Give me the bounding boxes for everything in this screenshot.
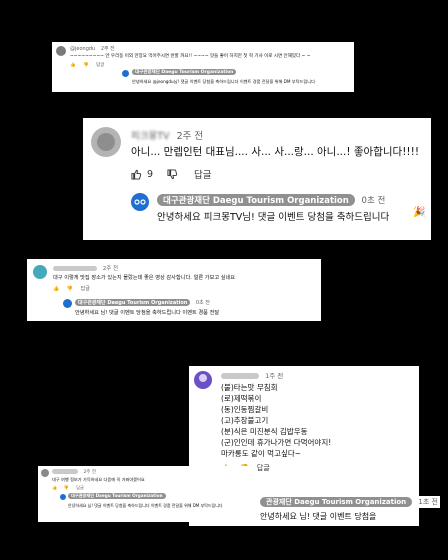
comment-line-5: (분)식은 미진분식 김밥우동 [221,427,308,436]
org-reply-text: 안녕하세요 님! 댓글 이벤트 당첨을 축하드립니다 이벤트 경품 전달 [75,310,220,316]
org-badge[interactable]: 대구관광재단 Daegu Tourism Organization [132,69,237,75]
comment-author[interactable]: @jeongdu [70,46,95,52]
reply-button[interactable]: 답글 [257,463,270,473]
dislike-icon[interactable]: 👎 [64,485,69,490]
comment-time[interactable]: 2주 전 [103,266,118,272]
comment-line-2: (로)제떡볶이 [221,394,262,403]
org-reply-time[interactable]: 0초 전 [362,196,386,206]
reply-button[interactable]: 답글 [194,167,211,181]
commenter-avatar[interactable] [91,127,121,157]
org-logo-icon[interactable] [131,193,149,211]
commenter-avatar[interactable] [56,46,66,56]
like-icon[interactable]: 👍 [53,286,59,292]
commenter-avatar[interactable] [41,469,49,477]
org-reply-text: 안녕하세요 님! 댓글 이벤트 당첨을 [260,512,377,521]
comment-card-1: @jeongdu 2주 전 ~~~~~~~~~ 안 우리동 이외 만장요 먹어주… [52,42,354,92]
reply-button[interactable]: 답글 [81,285,90,292]
comment-time[interactable]: 2주 전 [177,131,204,142]
dislike-icon[interactable]: 👎 [83,63,89,68]
org-reply-text: 안녕하세요 @jeongdu님! 댓글 이벤트 당첨을 축하드립니다 이벤트 경… [132,79,315,84]
comment-card-3: 2주 전 대구 이렇게 맛집 장소가 있는지 몰랐는데 좋은 영상 감사합니다.… [27,259,321,321]
card4-org-reply: 안녕하세요 님! 댓글 이벤트 당첨을 [258,510,379,523]
comment-author[interactable] [53,266,97,271]
reply-button[interactable]: 답글 [96,62,104,68]
like-count: 9 [147,168,154,180]
org-logo-icon[interactable] [122,70,129,77]
reply-button[interactable]: 답글 [76,485,84,491]
comment-author[interactable] [52,469,78,474]
org-reply-text: 안녕하세요 피크몽TV님! 댓글 이벤트 당첨을 축하드립니다 [157,212,390,223]
org-reply-time[interactable]: 0초 전 [196,300,210,306]
org-logo-icon[interactable] [60,494,66,500]
org-badge[interactable]: 대구관광재단 Daegu Tourism Organization [75,299,191,306]
comment-text: 대구 여행 정보가 가득하네요 다음에 꼭 가봐야겠어요 [52,477,145,482]
dislike-icon[interactable] [167,168,178,180]
commenter-avatar[interactable] [33,265,47,279]
comment-line-4: (고)추장불고기 [221,416,269,425]
comment-author[interactable]: 피크몽TV [131,131,170,142]
card4-org-header: 관광재단 Daegu Tourism Organization 1초 전 [258,496,440,508]
dislike-icon[interactable]: 👎 [67,286,73,292]
comment-time[interactable]: 2주 전 [83,470,96,475]
like-icon[interactable] [131,169,142,180]
comment-line-6: (군)인인데 휴가나가면 다먹어야지! [221,438,332,447]
like-icon[interactable]: 👍 [52,485,57,490]
org-badge[interactable]: 대구관광재단 Daegu Tourism Organization [157,194,355,206]
org-reply-text: 안녕하세요 님! 댓글 이벤트 당첨을 축하드립니다 이벤트 경품 전달을 위해… [68,503,223,508]
comment-card-5: 2주 전 대구 여행 정보가 가득하네요 다음에 꼭 가봐야겠어요 👍 👎 답글… [38,466,256,522]
comment-time[interactable]: 1주 전 [265,372,283,380]
like-icon[interactable]: 👍 [70,63,76,68]
party-icon: 🎉 [413,207,426,218]
comment-time[interactable]: 2주 전 [101,46,115,52]
comment-card-2: 피크몽TV 2주 전 아니... 만렙인턴 대표님.... 사... 사...랑… [83,118,431,240]
org-badge[interactable]: 대구관광재단 Daegu Tourism Organization [68,493,166,499]
comment-line-3: (동)인동찜갈비 [221,405,269,414]
comment-line-1: (불)타는맛 무침회 [221,383,278,392]
org-badge[interactable]: 관광재단 Daegu Tourism Organization [260,497,413,507]
org-logo-icon[interactable] [63,299,72,308]
comment-author[interactable] [221,373,259,379]
comment-text: ~~~~~~~~~ 안 우리동 이외 만장요 먹어주시면 반할 까요!! ~~~… [70,54,311,59]
org-reply-time[interactable]: 1초 전 [418,498,438,506]
comment-text: 대구 이렇게 맛집 장소가 있는지 몰랐는데 좋은 영상 감사합니다. 얼른 가… [53,275,236,281]
comment-text: 아니... 만렙인턴 대표님.... 사... 사...랑... 아니...! … [131,146,420,158]
comment-line-7: 마카롱도 같이 먹고싶다~ [221,449,302,458]
commenter-avatar[interactable] [194,371,212,389]
